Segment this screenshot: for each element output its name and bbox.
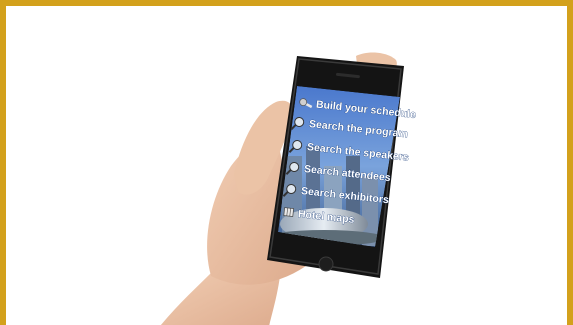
- menu-item-label: Search attendees: [303, 163, 391, 184]
- magnifier-icon: [288, 140, 303, 153]
- menu-item-label: Search exhibitors: [300, 185, 389, 206]
- menu-item-search-attendees[interactable]: Search attendees: [285, 161, 392, 185]
- menu-item-search-exhibitors[interactable]: Search exhibitors: [282, 183, 390, 207]
- magnifier-icon: [285, 162, 300, 175]
- menu-item-label: Hotel maps: [297, 208, 355, 226]
- image-frame: Build your schedule Search the program S…: [0, 0, 573, 325]
- magnifier-icon: [282, 184, 297, 197]
- pin-icon: [299, 98, 313, 109]
- menu-item-label: Search the program: [308, 118, 408, 140]
- menu-item-build-schedule[interactable]: Build your schedule: [299, 97, 417, 121]
- menu-item-search-program[interactable]: Search the program: [290, 116, 409, 141]
- menu-item-search-speakers[interactable]: Search the speakers: [288, 139, 410, 164]
- app-menu: Build your schedule Search the program S…: [282, 97, 417, 226]
- menu-item-label: Build your schedule: [315, 99, 416, 121]
- menu-item-label: Search the speakers: [306, 141, 409, 164]
- magnifier-icon: [290, 117, 305, 130]
- map-icon: [283, 207, 294, 217]
- menu-item-hotel-maps[interactable]: Hotel maps: [283, 207, 355, 226]
